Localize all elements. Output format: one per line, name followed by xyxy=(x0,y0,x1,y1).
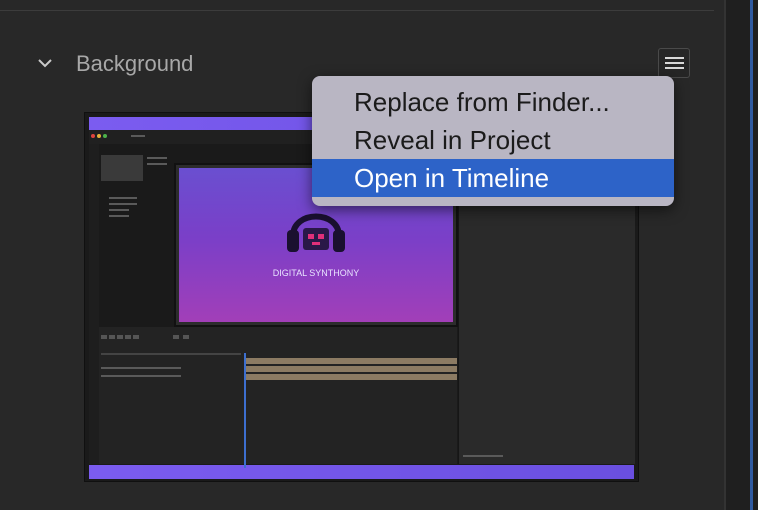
thumbnail-bottom-bar xyxy=(89,465,634,479)
menu-item-replace-from-finder[interactable]: Replace from Finder... xyxy=(312,83,674,121)
context-menu: Replace from Finder... Reveal in Project… xyxy=(312,76,674,206)
menu-item-reveal-in-project[interactable]: Reveal in Project xyxy=(312,121,674,159)
thumbnail-playhead xyxy=(244,353,246,468)
panel-divider xyxy=(0,0,714,11)
menu-item-open-in-timeline[interactable]: Open in Timeline xyxy=(312,159,674,197)
thumbnail-logo-text: DIGITAL SYNTHONY xyxy=(272,268,360,278)
chevron-down-icon[interactable] xyxy=(36,56,54,70)
right-panel-edge xyxy=(724,0,758,510)
hamburger-menu-icon[interactable] xyxy=(658,48,690,78)
properties-panel: Background DIGITAL SYNTHONY Replace from… xyxy=(0,0,724,510)
panel-focus-border xyxy=(750,0,753,510)
section-title: Background xyxy=(76,51,194,76)
